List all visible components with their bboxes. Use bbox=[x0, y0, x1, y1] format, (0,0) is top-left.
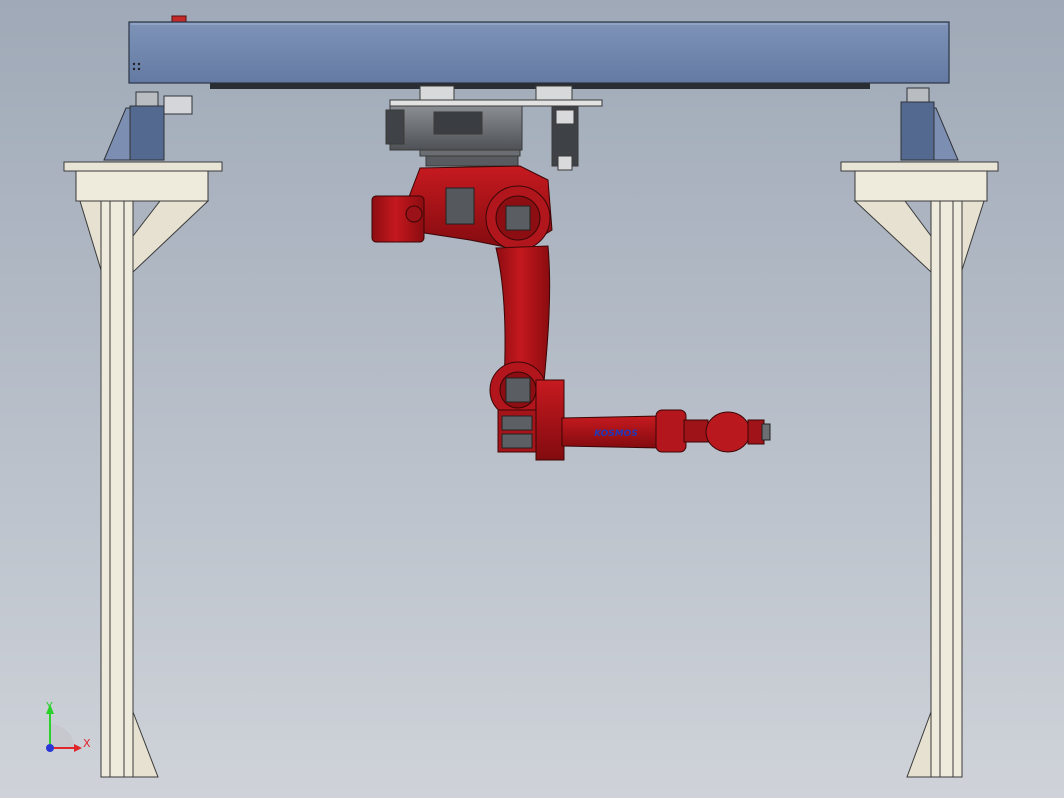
right-support-column bbox=[840, 161, 999, 778]
robot-elbow bbox=[489, 361, 565, 461]
robot-base-turret bbox=[419, 149, 521, 167]
overhead-gantry-beam bbox=[128, 15, 950, 89]
robot-shoulder bbox=[371, 165, 553, 251]
robot-forearm bbox=[561, 409, 771, 453]
triad-x-label: X bbox=[83, 737, 91, 750]
gantry-robot-drawing: KOSMOS Y X bbox=[45, 15, 999, 778]
right-rail-bracket bbox=[900, 87, 959, 161]
cad-viewport[interactable]: KOSMOS Y X bbox=[0, 0, 1064, 798]
left-support-column bbox=[63, 161, 223, 778]
left-rail-bracket bbox=[103, 91, 193, 161]
triad-y-label: Y bbox=[45, 700, 53, 713]
robot-brand-label: KOSMOS bbox=[594, 429, 638, 439]
